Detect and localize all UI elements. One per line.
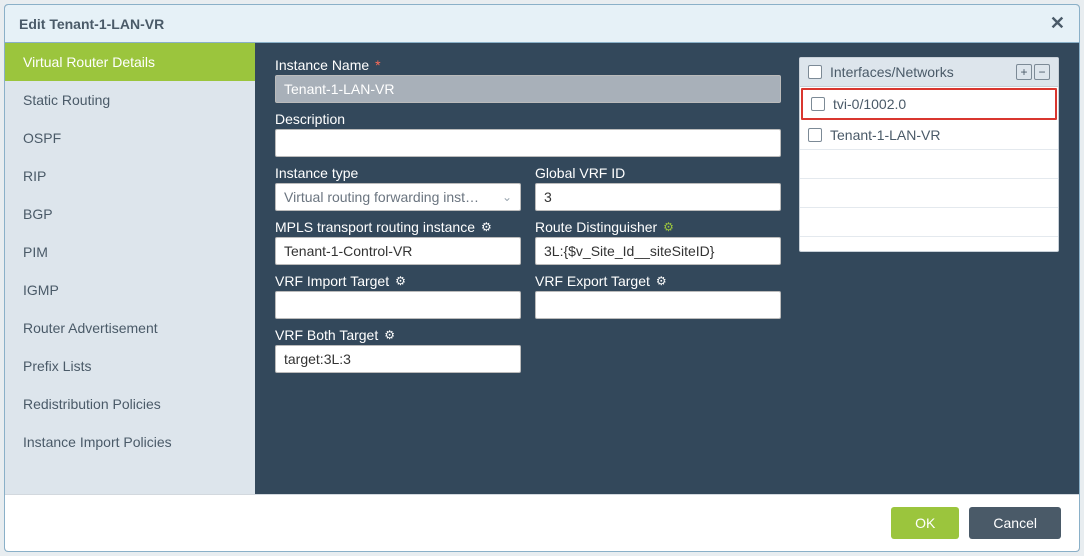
cancel-button[interactable]: Cancel [969, 507, 1061, 539]
field-vrf-export: VRF Export Target ⚙ [535, 273, 781, 319]
instance-type-label: Instance type [275, 165, 358, 181]
sidebar-item-ospf[interactable]: OSPF [5, 119, 255, 157]
sidebar: Virtual Router Details Static Routing OS… [5, 43, 255, 494]
interfaces-panel-header: Interfaces/Networks + − [800, 58, 1058, 87]
modal-title: Edit Tenant-1-LAN-VR [19, 16, 164, 32]
description-input[interactable] [275, 129, 781, 157]
interface-row-label: Tenant-1-LAN-VR [830, 127, 941, 143]
instance-type-value: Virtual routing forwarding inst… [284, 189, 479, 205]
field-instance-type: Instance type Virtual routing forwarding… [275, 165, 521, 211]
mpls-transport-label: MPLS transport routing instance [275, 219, 475, 235]
field-description: Description [275, 111, 781, 157]
gear-icon[interactable]: ⚙ [656, 274, 667, 288]
chevron-down-icon: ⌄ [502, 190, 512, 204]
route-distinguisher-input[interactable] [535, 237, 781, 265]
sidebar-item-pim[interactable]: PIM [5, 233, 255, 271]
gear-icon[interactable]: ⚙ [663, 220, 674, 234]
vrf-export-label: VRF Export Target [535, 273, 650, 289]
interface-row-checkbox[interactable] [811, 97, 825, 111]
mpls-transport-input[interactable] [275, 237, 521, 265]
modal-footer: OK Cancel [5, 494, 1079, 551]
field-global-vrf-id: Global VRF ID [535, 165, 781, 211]
gear-icon[interactable]: ⚙ [395, 274, 406, 288]
interface-row[interactable]: Tenant-1-LAN-VR [800, 121, 1058, 150]
interface-row-empty [800, 208, 1058, 237]
required-asterisk: * [375, 57, 380, 73]
sidebar-item-igmp[interactable]: IGMP [5, 271, 255, 309]
instance-type-select[interactable]: Virtual routing forwarding inst… ⌄ [275, 183, 521, 211]
field-instance-name: Instance Name * [275, 57, 781, 103]
description-label: Description [275, 111, 345, 127]
global-vrf-id-input[interactable] [535, 183, 781, 211]
instance-name-label: Instance Name [275, 57, 369, 73]
interface-row-empty [800, 150, 1058, 179]
sidebar-item-router-advertisement[interactable]: Router Advertisement [5, 309, 255, 347]
field-vrf-both: VRF Both Target ⚙ [275, 327, 521, 373]
interfaces-header-label: Interfaces/Networks [830, 64, 1008, 80]
modal-body: Virtual Router Details Static Routing OS… [5, 43, 1079, 494]
add-interface-button[interactable]: + [1016, 64, 1032, 80]
gear-icon[interactable]: ⚙ [481, 220, 492, 234]
interface-row-empty [800, 237, 1058, 265]
vrf-import-input[interactable] [275, 291, 521, 319]
field-mpls-transport: MPLS transport routing instance ⚙ [275, 219, 521, 265]
interface-row-checkbox[interactable] [808, 128, 822, 142]
sidebar-item-bgp[interactable]: BGP [5, 195, 255, 233]
sidebar-item-virtual-router-details[interactable]: Virtual Router Details [5, 43, 255, 81]
titlebar: Edit Tenant-1-LAN-VR ✕ [5, 5, 1079, 43]
vrf-both-input[interactable] [275, 345, 521, 373]
interfaces-panel: Interfaces/Networks + − tvi-0/1002.0 Ten… [799, 57, 1059, 252]
interface-row-empty [800, 179, 1058, 208]
ok-button[interactable]: OK [891, 507, 959, 539]
edit-vr-modal: Edit Tenant-1-LAN-VR ✕ Virtual Router De… [4, 4, 1080, 552]
interfaces-select-all-checkbox[interactable] [808, 65, 822, 79]
form-column: Instance Name * Description Instance type… [275, 57, 781, 480]
instance-name-input[interactable] [275, 75, 781, 103]
sidebar-item-rip[interactable]: RIP [5, 157, 255, 195]
vrf-import-label: VRF Import Target [275, 273, 389, 289]
sidebar-item-instance-import-policies[interactable]: Instance Import Policies [5, 423, 255, 461]
field-route-distinguisher: Route Distinguisher ⚙ [535, 219, 781, 265]
interface-row[interactable]: tvi-0/1002.0 [801, 88, 1057, 120]
main-panel: Instance Name * Description Instance type… [255, 43, 1079, 494]
global-vrf-id-label: Global VRF ID [535, 165, 625, 181]
field-vrf-import: VRF Import Target ⚙ [275, 273, 521, 319]
sidebar-item-redistribution-policies[interactable]: Redistribution Policies [5, 385, 255, 423]
close-icon[interactable]: ✕ [1050, 13, 1065, 34]
vrf-export-input[interactable] [535, 291, 781, 319]
route-distinguisher-label: Route Distinguisher [535, 219, 657, 235]
interface-row-label: tvi-0/1002.0 [833, 96, 906, 112]
vrf-both-label: VRF Both Target [275, 327, 378, 343]
sidebar-item-prefix-lists[interactable]: Prefix Lists [5, 347, 255, 385]
sidebar-item-static-routing[interactable]: Static Routing [5, 81, 255, 119]
remove-interface-button[interactable]: − [1034, 64, 1050, 80]
gear-icon[interactable]: ⚙ [384, 328, 395, 342]
